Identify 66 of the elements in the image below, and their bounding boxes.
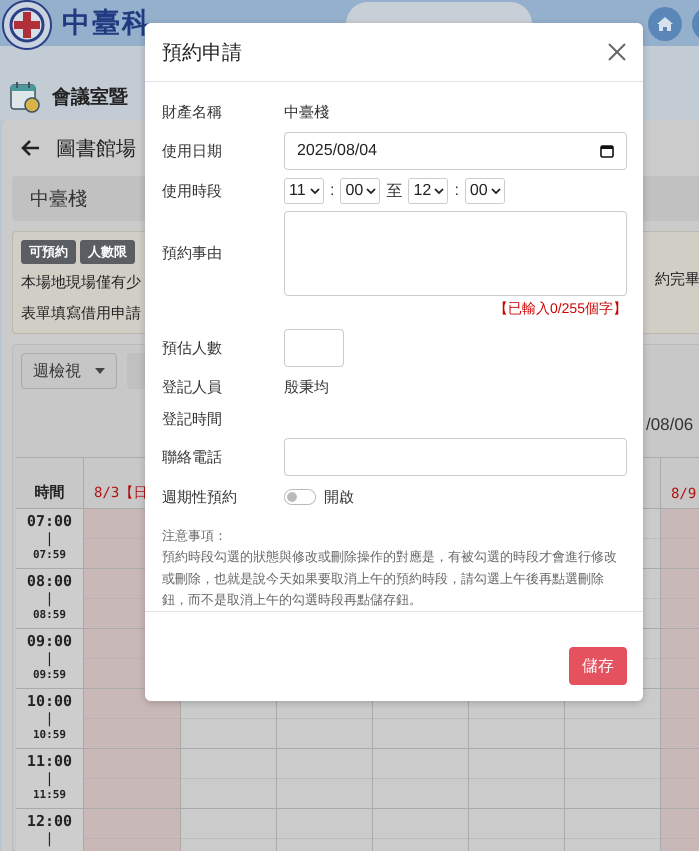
input-field[interactable] [284,438,627,476]
field-label: 財產名稱 [162,102,223,122]
calendar-slot[interactable] [84,749,181,809]
time-cell: 09:00 | 09:59 [16,629,84,689]
status-badge: 人數限 [80,240,135,264]
time-cell: 07:00 | 07:59 [16,509,84,569]
notes-text: 預約時段勾選的狀態與修改或刪除操作的對應是，有被勾選的時段才會進行修改或刪除，也就是說今天如果要取消上午的預約時段，請勾選上午後再點選刪除鈕，而不是取消上午的勾選時段再點儲存鈕。 [162,548,618,610]
notes-title: 注意事項： [162,528,227,544]
colon: : [454,182,459,200]
field-label: 預估人數 [162,338,223,358]
time-cell: 11:00 | 11:59 [16,749,84,809]
page-title: 會議室暨 [52,86,128,110]
chevron-icon [434,188,444,194]
toggle-switch[interactable] [284,489,316,506]
chevron-icon [366,188,376,194]
calendar-slot[interactable] [181,749,277,809]
calendar-slot[interactable] [373,749,469,809]
calendar-icon [10,81,40,113]
field-label: 使用時段 [162,182,223,201]
calendar-slot[interactable] [277,749,373,809]
notice-text: 約完畢 [655,270,699,289]
status-badge: 可預約 [21,240,76,264]
time-cell: 10:00 | 10:59 [16,689,84,749]
caret-icon [95,368,105,374]
close-button[interactable] [607,42,627,62]
character-counter: 【已輸入0/255個字】 [494,300,627,316]
calendar-slot[interactable] [565,809,661,851]
hour-select[interactable]: 11 [284,178,324,204]
time-cell: 08:00 | 08:59 [16,569,84,629]
home-icon [656,16,674,32]
time-cell: 12:00 | [16,809,84,851]
field-value: 殷秉均 [284,378,329,398]
calendar-slot[interactable] [565,749,661,809]
hour-select[interactable]: 12 [408,178,448,204]
field-label: 預約事由 [162,244,223,264]
calendar-slot[interactable] [469,749,565,809]
minute-select[interactable]: 00 [340,178,380,204]
save-button[interactable]: 儲存 [569,647,627,685]
calendar-slot[interactable] [373,809,469,851]
field-label: 使用日期 [162,142,223,161]
view-select[interactable]: 週檢視 [21,353,117,389]
calendar-slot[interactable] [277,809,373,851]
reason-textarea[interactable] [284,211,627,296]
minute-select[interactable]: 00 [464,178,505,204]
notice-text: 本場地現場僅有少 [21,274,141,291]
chevron-icon [310,188,320,194]
calendar-slot[interactable] [84,689,181,749]
calendar-slot[interactable] [181,809,277,851]
notice-text: 表單填寫借用申請 [21,305,141,322]
range-separator: 至 [386,182,402,202]
field-value: 中臺棧 [284,102,329,123]
home-button[interactable] [648,7,682,41]
field-label: 登記人員 [162,378,223,397]
toggle-label: 開啟 [324,488,354,507]
section-title: 圖書館場 [56,136,136,162]
dialog-title: 預約申請 [162,40,242,66]
colon: : [330,182,334,200]
back-arrow-icon[interactable] [20,139,40,157]
date-field[interactable]: 2025/08/04 [284,132,627,170]
field-label: 登記時間 [162,410,223,429]
calendar-slot[interactable] [469,809,565,851]
calendar-icon [600,144,614,158]
input-field[interactable] [284,329,344,368]
date-range: /08/06 [646,415,694,435]
chevron-icon [490,188,501,194]
site-title: 中臺科 [62,6,152,40]
